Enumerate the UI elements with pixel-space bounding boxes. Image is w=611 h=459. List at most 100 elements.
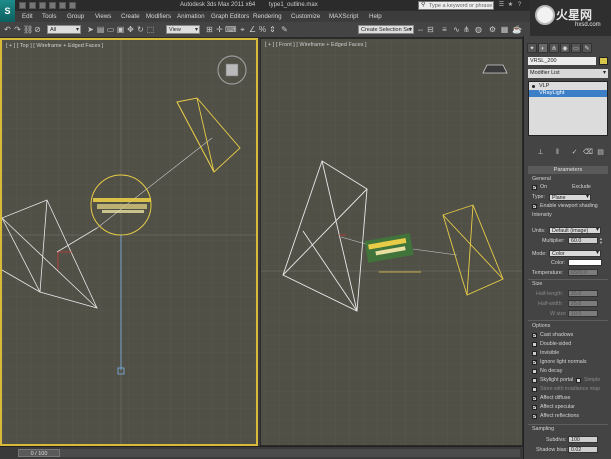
move-icon[interactable]: ✥ xyxy=(126,25,135,34)
affect-diffuse-checkbox[interactable] xyxy=(532,395,538,402)
keyboard-shortcut-icon[interactable]: ⌨ xyxy=(225,25,237,34)
open-file-icon[interactable] xyxy=(29,2,36,9)
menu-modifiers[interactable]: Modifiers xyxy=(146,13,171,20)
angle-snap-icon[interactable]: ∠ xyxy=(248,25,257,34)
material-editor-icon[interactable]: ◍ xyxy=(474,25,483,34)
mode-dropdown[interactable]: Color xyxy=(549,250,601,257)
save-file-icon[interactable] xyxy=(39,2,46,9)
render-frame-icon[interactable]: ▦ xyxy=(500,25,509,34)
multiplier-spinner-icon[interactable]: ▲ ▼ xyxy=(599,237,603,245)
schematic-view-icon[interactable]: ⋔ xyxy=(462,25,471,34)
menu-tools[interactable]: Tools xyxy=(42,13,56,20)
ignore-light-normals-checkbox[interactable] xyxy=(532,359,538,366)
undo-icon[interactable]: ↶ xyxy=(3,25,12,34)
redo-quick-icon[interactable] xyxy=(59,2,66,9)
region-select-icon[interactable]: ▭ xyxy=(106,25,115,34)
remove-modifier-icon[interactable]: ⌫ xyxy=(583,148,593,157)
help-icon[interactable]: ? xyxy=(516,2,523,9)
snap-icon[interactable]: ⌖ xyxy=(238,25,247,34)
menu-create[interactable]: Create xyxy=(121,13,140,20)
cast-shadows-checkbox[interactable] xyxy=(532,332,538,339)
stack-item-vraylight[interactable]: VRayLight xyxy=(529,90,607,97)
viewport-front-label[interactable]: [ + ] [ Front ] [ Wireframe + Edged Face… xyxy=(265,42,366,48)
unlink-icon[interactable]: ⊘ xyxy=(33,25,42,34)
affect-reflections-checkbox[interactable] xyxy=(532,413,538,420)
star-icon[interactable]: ★ xyxy=(507,2,514,9)
units-dropdown[interactable]: Default (image) xyxy=(549,227,601,234)
app-logo[interactable]: S xyxy=(0,0,15,22)
menu-views[interactable]: Views xyxy=(95,13,111,20)
reference-coord-dropdown[interactable]: View xyxy=(166,25,200,35)
color-swatch[interactable] xyxy=(568,259,602,266)
select-by-name-icon[interactable]: ▤ xyxy=(96,25,105,34)
curve-editor-icon[interactable]: ∿ xyxy=(452,25,461,34)
edit-named-selection-icon[interactable]: ✎ xyxy=(280,25,289,34)
enable-viewport-shading-checkbox[interactable] xyxy=(532,203,538,210)
stack-item-vlp[interactable]: VLP xyxy=(529,83,607,90)
named-selection-dropdown[interactable]: Create Selection Set xyxy=(358,25,414,35)
menu-rendering[interactable]: Rendering xyxy=(253,13,282,20)
infocenter-icon[interactable]: ☰ xyxy=(498,2,505,9)
project-folder-icon[interactable] xyxy=(69,2,76,9)
menu-edit[interactable]: Edit xyxy=(22,13,33,20)
tab-display-icon[interactable]: ▭ xyxy=(571,43,581,53)
subdivs-field[interactable]: 100 xyxy=(568,436,598,443)
tab-modify-icon[interactable]: ◐ xyxy=(538,43,548,53)
render-icon[interactable]: ☕ xyxy=(512,25,522,34)
stack-bulb-icon[interactable] xyxy=(532,85,535,88)
menu-maxscript[interactable]: MAXScript xyxy=(329,13,358,20)
configure-sets-icon[interactable]: ▤ xyxy=(596,148,605,157)
modifier-list-dropdown[interactable]: Modifier List xyxy=(528,69,608,78)
tab-motion-icon[interactable]: ◉ xyxy=(560,43,570,53)
spinner-snap-icon[interactable]: ⇕ xyxy=(268,25,277,34)
menu-help[interactable]: Help xyxy=(369,13,382,20)
temperature-field[interactable]: 6500.0 xyxy=(568,269,598,276)
type-dropdown[interactable]: Plane xyxy=(549,194,591,201)
half-width-field[interactable]: 25.0 xyxy=(568,300,598,307)
percent-snap-icon[interactable]: % xyxy=(258,25,267,34)
search-input[interactable]: Type a keyword or phrase xyxy=(418,1,494,10)
window-crossing-icon[interactable]: ▣ xyxy=(116,25,125,34)
redo-icon[interactable]: ↷ xyxy=(13,25,22,34)
menu-customize[interactable]: Customize xyxy=(291,13,320,20)
w-size-field[interactable]: 10.0 xyxy=(568,310,598,317)
on-checkbox[interactable] xyxy=(532,184,538,191)
select-icon[interactable]: ➤ xyxy=(86,25,95,34)
new-file-icon[interactable] xyxy=(19,2,26,9)
time-slider[interactable]: 0 / 100 xyxy=(18,449,60,457)
menu-group[interactable]: Group xyxy=(67,13,84,20)
selection-filter-dropdown[interactable]: All xyxy=(47,25,81,35)
time-track[interactable] xyxy=(60,449,520,457)
invisible-checkbox[interactable] xyxy=(532,351,537,356)
object-color-swatch[interactable] xyxy=(599,57,608,65)
rotate-icon[interactable]: ↻ xyxy=(136,25,145,34)
show-end-result-icon[interactable]: ‖ xyxy=(553,148,562,157)
undo-quick-icon[interactable] xyxy=(49,2,56,9)
manipulate-icon[interactable]: ✛ xyxy=(215,25,224,34)
tab-create-icon[interactable]: ✦ xyxy=(527,43,537,53)
tab-hierarchy-icon[interactable]: ⋔ xyxy=(549,43,559,53)
double-sided-checkbox[interactable] xyxy=(532,342,537,347)
mirror-icon[interactable]: ⇔ xyxy=(416,25,425,34)
pivot-icon[interactable]: ⊞ xyxy=(205,25,214,34)
shadow-bias-field[interactable]: 0.02 xyxy=(568,446,598,453)
tab-utilities-icon[interactable]: ✎ xyxy=(582,43,592,53)
scale-icon[interactable]: ⬚ xyxy=(146,25,155,34)
menu-graph-editors[interactable]: Graph Editors xyxy=(211,13,249,20)
render-setup-icon[interactable]: ⚙ xyxy=(488,25,497,34)
viewport-top[interactable]: [ + ] [ Top ] [ Wireframe + Edged Faces … xyxy=(0,38,258,446)
simple-checkbox[interactable] xyxy=(576,378,581,383)
object-name-field[interactable]: VRSL_200 xyxy=(528,57,596,65)
store-irradiance-checkbox[interactable] xyxy=(532,387,537,392)
parameters-rollout-header[interactable]: Parameters xyxy=(528,166,608,174)
exclude-button[interactable]: Exclude xyxy=(572,184,591,190)
multiplier-field[interactable]: 60.0 xyxy=(568,237,598,244)
no-decay-checkbox[interactable] xyxy=(532,369,537,374)
viewport-top-label[interactable]: [ + ] [ Top ] [ Wireframe + Edged Faces … xyxy=(6,43,103,49)
link-icon[interactable]: ⛓ xyxy=(23,25,33,34)
viewport-front[interactable]: [ + ] [ Front ] [ Wireframe + Edged Face… xyxy=(260,38,523,446)
align-icon[interactable]: ⊟ xyxy=(426,25,435,34)
menu-animation[interactable]: Animation xyxy=(177,13,205,20)
layer-manager-icon[interactable]: ≡ xyxy=(440,25,449,34)
pin-stack-icon[interactable]: ⊥ xyxy=(536,148,545,157)
